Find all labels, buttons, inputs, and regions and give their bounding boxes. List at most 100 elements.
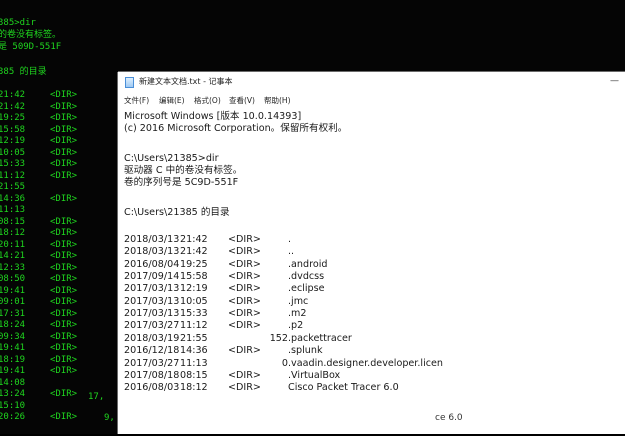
menu-help[interactable]: 帮助(H)	[264, 95, 291, 106]
listing-name: .splunk	[288, 345, 323, 357]
menu-file[interactable]: 文件(F)	[124, 95, 149, 106]
listing-time: 21:42	[180, 246, 208, 258]
console-row-time: 21:55	[0, 182, 26, 192]
console-row-time: 15:10	[0, 400, 26, 411]
listing-type: <DIR>	[228, 246, 261, 258]
text-editor[interactable]: Microsoft Windows [版本 10.0.14393] (c) 20…	[118, 108, 625, 434]
console-row: 19:25 <DIR>	[0, 113, 98, 124]
listing-time: 21:42	[180, 234, 208, 245]
listing-type: <DIR>	[228, 345, 261, 357]
listing-date: 2017/03/13	[124, 295, 180, 307]
console-row: 09:34 <DIR>	[0, 332, 98, 343]
console-row-tag: <DIR>	[50, 308, 78, 319]
menu-view[interactable]: 查看(V)	[229, 95, 255, 106]
console-row: 19:41 <DIR>	[0, 366, 98, 377]
console-row-tag: <DIR>	[50, 343, 78, 353]
minimize-button[interactable]: —	[610, 76, 619, 86]
menu-bar: 文件(F) 编辑(E) 格式(O) 查看(V) 帮助(H)	[118, 94, 625, 108]
listing-type: <DIR>	[228, 308, 261, 320]
listing-type: <DIR>	[228, 369, 261, 381]
console-row: 19:41 <DIR>	[0, 343, 98, 354]
notepad-window: 新建文本文档.txt - 记事本 — 文件(F) 编辑(E) 格式(O) 查看(…	[118, 72, 625, 434]
console-row-time: 19:41	[0, 343, 26, 353]
console-row-time: 17:31	[0, 308, 26, 319]
listing-time: 11:12	[180, 320, 208, 332]
listing-type: <DIR>	[228, 234, 261, 245]
listing-name: .jmc	[288, 295, 309, 307]
console-fragment: 17,	[88, 392, 105, 402]
console-row-time: 19:41	[0, 285, 26, 296]
console-row-time: 15:58	[0, 124, 26, 135]
console-row-time: 08:50	[0, 274, 26, 284]
listing-time: 10:05	[180, 295, 208, 307]
console-row: 14:36 <DIR>	[0, 194, 98, 205]
console-row-tag: <DIR>	[50, 216, 78, 227]
listing-size: 0	[281, 357, 288, 369]
console-row-time: 08:15	[0, 216, 26, 227]
console-row-tag: <DIR>	[50, 113, 78, 123]
console-row-tag: <DIR>	[50, 285, 78, 296]
text-line: 驱动器 C 中的卷没有标签。	[124, 165, 243, 176]
text-line: (c) 2016 Microsoft Corporation。保留所有权利。	[124, 123, 348, 134]
listing-name: .packettracer	[288, 332, 352, 344]
console-row: 15:10	[0, 401, 98, 412]
text-line: C:\Users\21385 的目录	[124, 207, 230, 218]
listing-date: 2016/08/04	[124, 258, 180, 270]
console-row-tag: <DIR>	[50, 136, 78, 146]
console-row-tag: <DIR>	[50, 331, 78, 342]
console-row-time: 14:08	[0, 377, 26, 388]
console-row-time: 20:11	[0, 239, 26, 250]
listing-type: <DIR>	[228, 320, 261, 332]
listing-date: 2017/03/27	[124, 357, 180, 369]
console-row-tag: <DIR>	[50, 251, 78, 261]
console-row-time: 19:25	[0, 113, 26, 123]
text-line: 卷的序列号是 5C9D-551F	[124, 177, 239, 188]
window-title: 新建文本文档.txt - 记事本	[139, 77, 233, 86]
console-row: 09:01 <DIR>	[0, 297, 98, 308]
console-row-tag: <DIR>	[50, 159, 78, 169]
console-row: 17:31 <DIR>	[0, 309, 98, 320]
listing-name: .m2	[288, 308, 307, 320]
listing-type: <DIR>	[228, 271, 261, 283]
console-row: 12:33 <DIR>	[0, 263, 98, 274]
console-row-time: 15:33	[0, 159, 26, 169]
console-row: 21:55	[0, 182, 98, 193]
listing-name: .vaadin.designer.developer.licen	[288, 357, 444, 369]
listing-type: <DIR>	[228, 382, 261, 394]
console-row-time: 09:34	[0, 331, 26, 342]
listing-type: <DIR>	[228, 283, 261, 295]
console-row: 21:42 <DIR>	[0, 102, 98, 113]
title-bar[interactable]: 新建文本文档.txt - 记事本 —	[118, 72, 625, 92]
console-row: 11:12 <DIR>	[0, 171, 98, 182]
console-row-tag: <DIR>	[50, 274, 78, 284]
overlay-text: ce 6.0	[435, 413, 463, 423]
console-row-time: 18:19	[0, 354, 26, 365]
console-row-tag: <DIR>	[50, 262, 78, 273]
listing-name: .	[288, 234, 292, 245]
text-line: Microsoft Windows [版本 10.0.14393]	[124, 111, 302, 122]
console-row-time: 11:13	[0, 205, 26, 215]
console-row: 20:11 <DIR>	[0, 240, 98, 251]
console-row: 20:26 <DIR>	[0, 412, 98, 423]
listing-date: 2017/03/13	[124, 308, 180, 320]
listing-date: 2017/03/27	[124, 320, 180, 332]
console-row-tag: <DIR>	[50, 90, 78, 100]
listing-name: .eclipse	[288, 283, 325, 295]
console-row-tag: <DIR>	[50, 297, 78, 307]
listing-date: 2017/08/18	[124, 369, 180, 381]
listing-date: 2017/03/13	[124, 283, 180, 295]
console-row-tag: <DIR>	[50, 366, 78, 376]
console-row-time: 13:24	[0, 389, 26, 399]
menu-format[interactable]: 格式(O)	[194, 95, 221, 106]
listing-time: 21:55	[180, 332, 208, 344]
listing-date: 2016/08/03	[124, 382, 180, 394]
listing-date: 2018/03/13	[124, 246, 180, 258]
listing-date: 2016/12/18	[124, 345, 180, 357]
menu-edit[interactable]: 编辑(E)	[159, 95, 185, 106]
listing-time: 11:13	[180, 357, 208, 369]
console-header-line: 的卷没有标签。	[0, 30, 62, 40]
listing-time: 12:19	[180, 283, 208, 295]
console-row: 08:15 <DIR>	[0, 217, 98, 228]
listing-time: 15:33	[180, 308, 208, 320]
listing-date: 2018/03/19	[124, 332, 180, 344]
